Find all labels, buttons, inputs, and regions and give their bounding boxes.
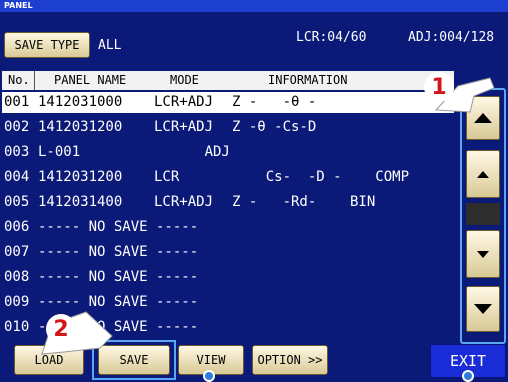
row-mode: LCR: [154, 169, 180, 185]
save-type-button[interactable]: SAVE TYPE: [4, 32, 90, 58]
option-label: OPTION >>: [257, 353, 323, 367]
column-header-no: No.: [8, 73, 30, 87]
view-label: VIEW: [196, 353, 226, 367]
row-information: Z - -Rd- BIN: [232, 194, 376, 210]
adj-count: ADJ:004/128: [408, 30, 495, 45]
row-number: 005: [4, 194, 30, 210]
table-row[interactable]: 002 1412031200 LCR+ADJ Z -θ -Cs-D: [2, 117, 454, 138]
line-down-button[interactable]: [466, 230, 500, 278]
exit-tap-dot: [462, 370, 474, 382]
row-panel-name: 1412031400: [38, 194, 123, 210]
panel-screen: PANEL SAVE TYPE ALL LCR:04/60 ADJ:004/12…: [0, 0, 508, 382]
row-mode: LCR+ADJ: [154, 194, 214, 210]
row-number: 003: [4, 144, 30, 160]
row-panel-name: ----- NO SAVE -----: [38, 269, 199, 285]
row-panel-name: ----- NO SAVE -----: [38, 219, 199, 235]
table-row[interactable]: 004 1412031200 LCR Cs- -D - COMP: [2, 167, 454, 188]
row-number: 004: [4, 169, 30, 185]
row-number: 008: [4, 269, 30, 285]
save-type-label: SAVE TYPE: [14, 38, 80, 52]
row-information: Z - -θ -: [232, 94, 317, 110]
triangle-down-icon: [477, 250, 489, 258]
row-information: Z -θ -Cs-D: [232, 119, 317, 135]
option-button[interactable]: OPTION >>: [252, 345, 328, 375]
line-up-button[interactable]: [466, 150, 500, 198]
save-type-value: ALL: [98, 38, 122, 53]
scroll-panel: [460, 88, 506, 344]
row-number: 010: [4, 319, 30, 335]
row-number: 009: [4, 294, 30, 310]
row-number: 001: [4, 94, 30, 110]
page-down-button[interactable]: [466, 286, 500, 332]
table-row[interactable]: 001 1412031000 LCR+ADJ Z - -θ -: [2, 92, 454, 113]
row-number: 007: [4, 244, 30, 260]
row-mode: ADJ: [154, 144, 230, 160]
column-header-mode: MODE: [170, 73, 199, 87]
table-row[interactable]: 007 ----- NO SAVE -----: [2, 242, 454, 263]
panel-list: 001 1412031000 LCR+ADJ Z - -θ - 002 141203120…: [2, 92, 454, 342]
table-header: No. PANEL NAME MODE INFORMATION: [2, 71, 454, 90]
column-header-information: INFORMATION: [268, 73, 348, 87]
row-mode: LCR+ADJ: [154, 94, 214, 110]
row-number: 006: [4, 219, 30, 235]
row-panel-name: 1412031000: [38, 94, 123, 110]
table-row[interactable]: 006 ----- NO SAVE -----: [2, 217, 454, 238]
triangle-down-large-icon: [474, 304, 492, 314]
table-row[interactable]: 005 1412031400 LCR+ADJ Z - -Rd- BIN: [2, 192, 454, 213]
row-panel-name: ----- NO SAVE -----: [38, 244, 199, 260]
callout-badge-2: 2: [46, 314, 76, 344]
scroll-thumb[interactable]: [466, 203, 500, 225]
row-mode: LCR+ADJ: [154, 119, 214, 135]
column-header-panel-name: PANEL NAME: [54, 73, 127, 87]
row-panel-name: 1412031200: [38, 119, 123, 135]
window-title: PANEL: [0, 0, 508, 12]
row-panel-name: 1412031200: [38, 169, 123, 185]
row-panel-name: L-001: [38, 144, 81, 160]
table-row[interactable]: 008 ----- NO SAVE -----: [2, 267, 454, 288]
lcr-count: LCR:04/60: [296, 30, 367, 45]
row-number: 002: [4, 119, 30, 135]
callout-badge-1: 1: [424, 72, 454, 102]
table-row[interactable]: 003 L-001 ADJ: [2, 142, 454, 163]
exit-label: EXIT: [449, 352, 487, 370]
row-information: Cs- -D - COMP: [232, 169, 410, 185]
view-tap-dot: [203, 370, 215, 382]
triangle-up-icon: [477, 170, 489, 178]
